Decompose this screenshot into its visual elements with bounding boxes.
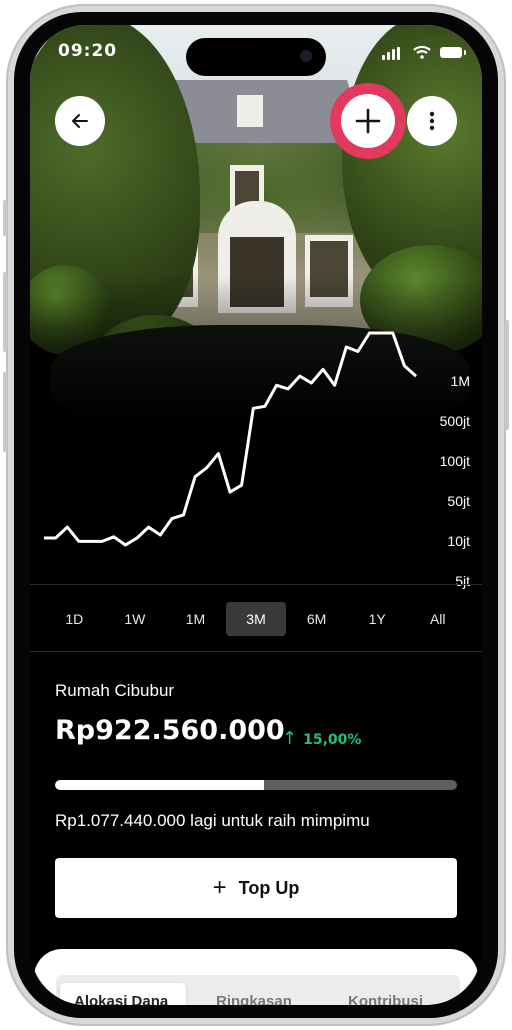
tab-bar: Alokasi Dana Ringkasan Kontribusi (56, 975, 460, 1005)
y-tick-label: 1M (450, 373, 470, 389)
plus-icon (355, 108, 381, 134)
goal-progress-bar (55, 780, 457, 790)
range-1m[interactable]: 1M (165, 602, 226, 636)
range-1y[interactable]: 1Y (347, 602, 408, 636)
ranges-divider (30, 651, 482, 652)
top-up-label: Top Up (238, 877, 300, 898)
volume-up-button (3, 272, 7, 352)
bottom-sheet: Alokasi Dana Ringkasan Kontribusi (34, 949, 478, 1005)
range-1w[interactable]: 1W (105, 602, 166, 636)
range-selector: 1D 1W 1M 3M 6M 1Y All (44, 602, 468, 636)
top-up-button[interactable]: + Top Up (55, 858, 457, 918)
app-screen: 09:20 1M 500jt 100jt 50jt 10jt 5jt 1D 1W… (30, 25, 482, 1005)
wifi-icon (413, 45, 431, 59)
power-button (505, 320, 509, 430)
y-tick-label: 100jt (439, 453, 470, 469)
more-vertical-icon (429, 111, 435, 131)
remaining-text: Rp1.077.440.000 lagi untuk raih mimpimu (55, 811, 370, 830)
chart-line-series (44, 331, 417, 547)
price-chart: 1M 500jt 100jt 50jt 10jt 5jt (30, 325, 482, 589)
arrow-left-icon (72, 114, 88, 128)
battery-icon (440, 47, 466, 58)
add-button[interactable] (341, 94, 395, 148)
chart-divider (30, 584, 482, 585)
status-time: 09:20 (58, 41, 118, 61)
range-6m[interactable]: 6M (286, 602, 347, 636)
change-value: 15,00% (303, 732, 362, 748)
y-tick-label: 500jt (439, 413, 470, 429)
change-badge: ↑ 15,00% (282, 728, 361, 749)
y-tick-label: 5jt (455, 573, 470, 589)
tab-kontribusi[interactable]: Kontribusi (348, 993, 423, 1005)
plus-icon: + (212, 874, 227, 901)
status-bar: 09:20 (30, 25, 482, 77)
goal-progress-fill (55, 780, 265, 790)
more-button[interactable] (407, 96, 457, 146)
range-1d[interactable]: 1D (44, 602, 105, 636)
tab-ringkasan[interactable]: Ringkasan (216, 993, 292, 1005)
back-button[interactable] (55, 96, 105, 146)
goal-amount: Rp922.560.000 (55, 715, 285, 746)
camera-icon (300, 50, 312, 62)
tab-alokasi-dana[interactable]: Alokasi Dana (74, 993, 168, 1005)
arrow-up-icon: ↑ (282, 728, 298, 749)
range-all[interactable]: All (407, 602, 468, 636)
goal-name: Rumah Cibubur (55, 681, 175, 700)
y-tick-label: 50jt (447, 493, 470, 509)
signal-icon (382, 47, 400, 60)
volume-down-button (3, 372, 7, 452)
y-tick-label: 10jt (447, 533, 470, 549)
range-3m[interactable]: 3M (225, 602, 287, 636)
chart-plot (44, 331, 417, 547)
mute-switch (3, 200, 7, 236)
